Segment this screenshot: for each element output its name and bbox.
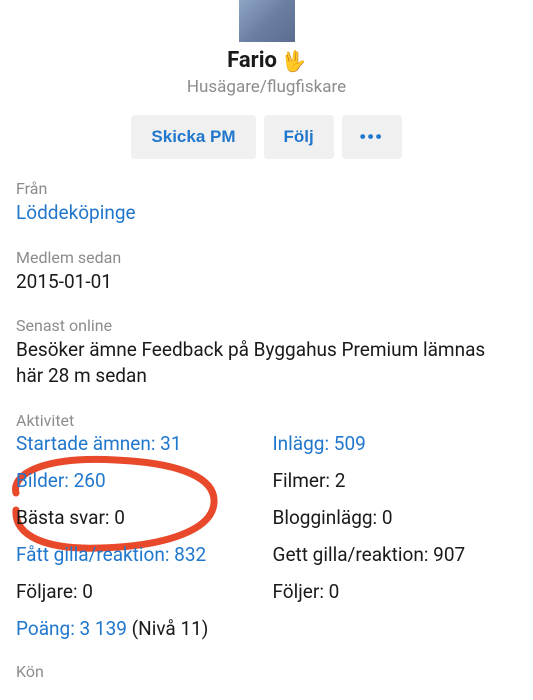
from-value[interactable]: Löddeköpinge (16, 200, 517, 226)
videos: Filmer: 2 (273, 469, 518, 492)
best-answers: Bästa svar: 0 (16, 506, 261, 529)
gender-block: Kön (16, 662, 517, 681)
points-value: Poäng: 3 139 (16, 617, 127, 640)
blog-posts: Blogginlägg: 0 (273, 506, 518, 529)
from-label: Från (16, 179, 517, 198)
points-level: (Nivå 11) (127, 617, 208, 640)
username-row: Fario 🖖 (227, 48, 306, 73)
last-online-value: Besöker ämne Feedback på Byggahus Premiu… (16, 337, 517, 388)
send-pm-button[interactable]: Skicka PM (131, 115, 255, 159)
activity-label: Aktivitet (16, 411, 517, 430)
gender-label: Kön (16, 662, 517, 681)
following: Följer: 0 (273, 580, 518, 603)
member-since-block: Medlem sedan 2015-01-01 (16, 248, 517, 295)
followers: Följare: 0 (16, 580, 261, 603)
follow-button[interactable]: Följ (264, 115, 334, 159)
member-since-value: 2015-01-01 (16, 269, 517, 295)
activity-grid: Startade ämnen: 31 Inlägg: 509 Bilder: 2… (16, 432, 517, 640)
info-section: Från Löddeköpinge Medlem sedan 2015-01-0… (0, 179, 533, 681)
profile-header: Fario 🖖 Husägare/flugfiskare Skicka PM F… (0, 0, 533, 179)
images[interactable]: Bilder: 260 (16, 469, 261, 492)
user-tagline: Husägare/flugfiskare (187, 77, 346, 97)
username: Fario (227, 48, 277, 73)
posts[interactable]: Inlägg: 509 (273, 432, 518, 455)
received-likes[interactable]: Fått gilla/reaktion: 832 (16, 543, 261, 566)
more-button[interactable]: ••• (342, 115, 402, 159)
avatar[interactable] (239, 0, 295, 42)
member-since-label: Medlem sedan (16, 248, 517, 267)
from-block: Från Löddeköpinge (16, 179, 517, 226)
started-topics[interactable]: Startade ämnen: 31 (16, 432, 261, 455)
activity-block: Aktivitet Startade ämnen: 31 Inlägg: 509… (16, 411, 517, 640)
last-online-label: Senast online (16, 316, 517, 335)
vulcan-salute-icon: 🖖 (281, 49, 306, 73)
given-likes: Gett gilla/reaktion: 907 (273, 543, 518, 566)
last-online-block: Senast online Besöker ämne Feedback på B… (16, 316, 517, 388)
points[interactable]: Poäng: 3 139 (Nivå 11) (16, 617, 261, 640)
action-buttons: Skicka PM Följ ••• (131, 115, 401, 159)
